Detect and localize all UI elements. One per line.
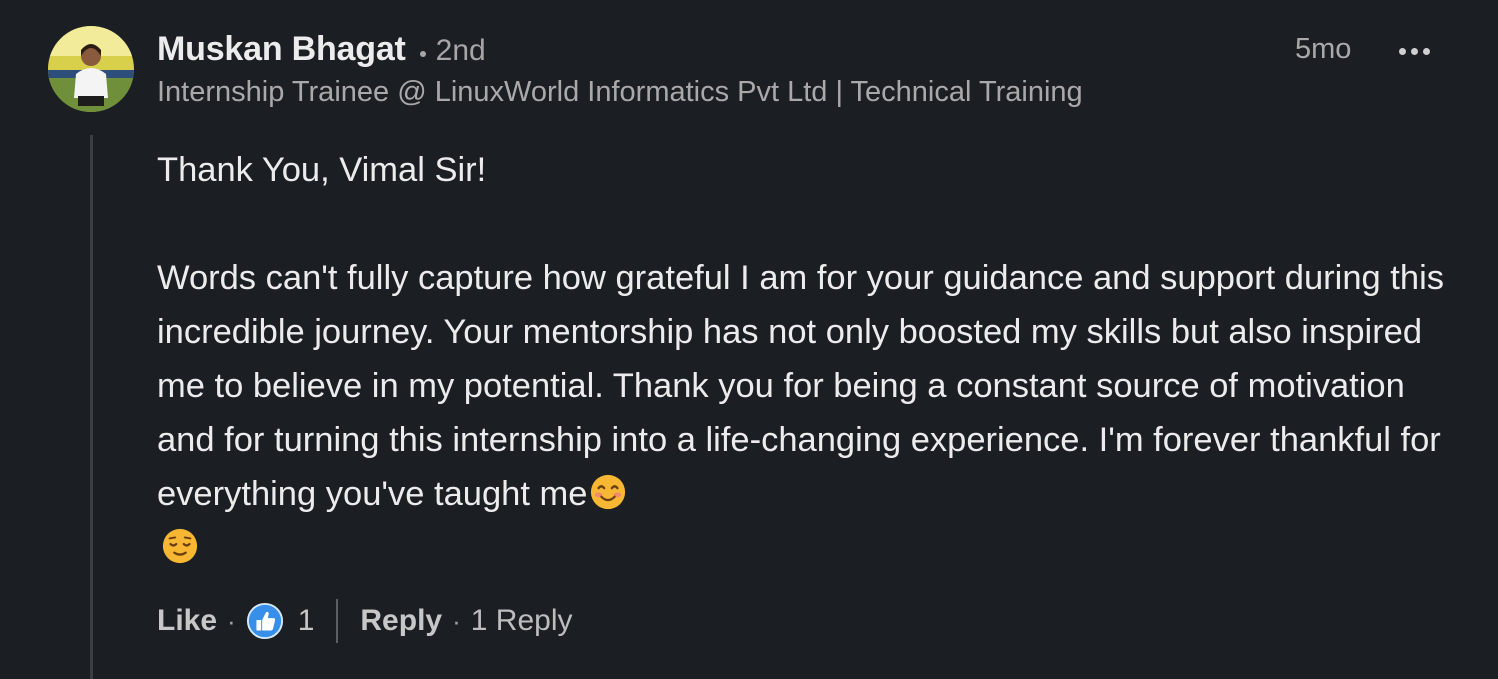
thumbs-up-icon[interactable] [246, 602, 284, 640]
action-divider [336, 599, 339, 643]
more-options-button[interactable] [1390, 38, 1438, 64]
thread-line [90, 135, 93, 679]
ellipsis-icon [1422, 47, 1430, 55]
reaction-count[interactable]: 1 [298, 604, 315, 638]
reply-count-link[interactable]: 1 Reply [471, 604, 573, 638]
ellipsis-icon [1410, 47, 1418, 55]
comment-actions: Like · 1 Reply · 1 Reply [157, 596, 572, 646]
author-headline: Internship Trainee @ LinuxWorld Informat… [157, 76, 1083, 108]
timestamp: 5mo [1295, 33, 1352, 65]
smiling-face-emoji-icon [591, 474, 626, 510]
avatar[interactable] [48, 26, 134, 112]
comment-body: Thank You, Vimal Sir! Words can't fully … [157, 143, 1467, 575]
avatar-photo [48, 26, 134, 112]
comment-greeting: Thank You, Vimal Sir! [157, 151, 487, 189]
author-name[interactable]: Muskan Bhagat [157, 30, 406, 69]
author-row: Muskan Bhagat 2nd [157, 30, 486, 74]
comment: Muskan Bhagat 2nd Internship Trainee @ L… [0, 0, 1498, 679]
like-button[interactable]: Like [157, 604, 217, 638]
comment-paragraph-text: Words can't fully capture how grateful I… [157, 259, 1444, 513]
connection-degree: 2nd [435, 34, 486, 67]
relieved-face-emoji-icon [162, 528, 198, 564]
separator-dot: · [227, 605, 236, 636]
separator-dot: · [452, 605, 461, 636]
separator-dot [419, 51, 426, 57]
comment-paragraph: Words can't fully capture how grateful I… [157, 251, 1467, 575]
reply-button[interactable]: Reply [360, 604, 442, 638]
ellipsis-icon [1398, 47, 1406, 55]
